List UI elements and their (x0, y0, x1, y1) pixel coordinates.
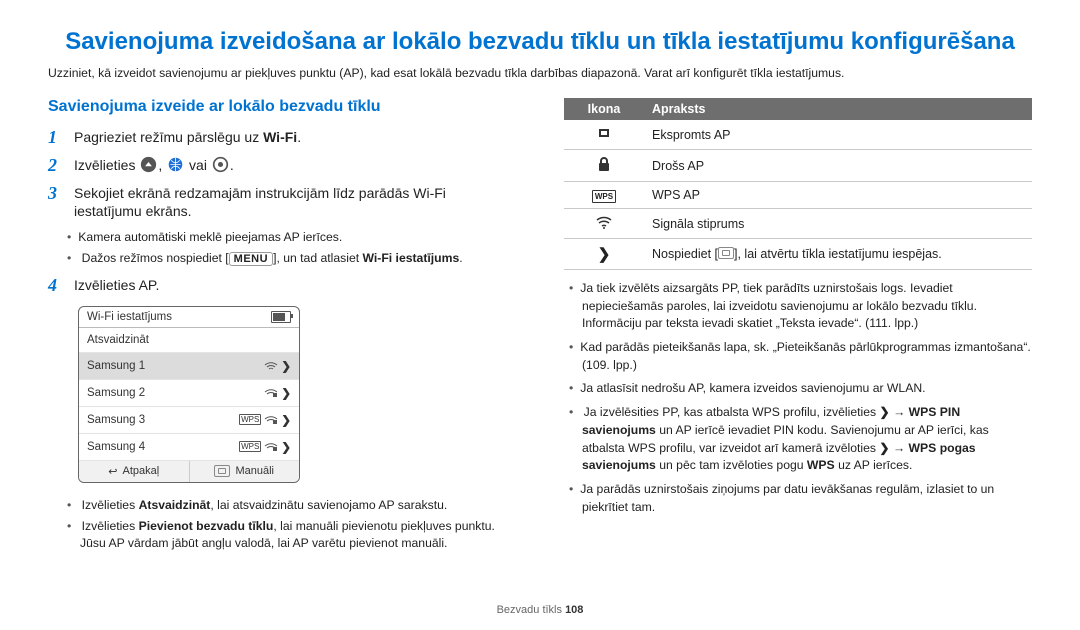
panel-ap-row[interactable]: Samsung 3 WPS ❯ (79, 407, 299, 434)
wps-tag-icon: WPS (239, 441, 261, 452)
panel-manual-button[interactable]: Manuāli (190, 461, 300, 482)
wifi-lock-icon (264, 415, 278, 425)
chevron-right-icon: ❯ (281, 386, 291, 400)
step-2-body: Izvēlieties , vai . (74, 156, 234, 176)
panel-ap-row[interactable]: Samsung 2 ❯ (79, 380, 299, 407)
left-subtitle: Savienojuma izveide ar lokālo bezvadu tī… (48, 98, 516, 116)
cloud-upload-icon (140, 156, 157, 173)
after-panel-bullet-2: Izvēlieties Pievienot bezvadu tīklu, lai… (48, 518, 516, 552)
back-arrow-icon: ↩ (108, 465, 117, 478)
panel-ap-row[interactable]: Samsung 4 WPS ❯ (79, 434, 299, 461)
right-bullet-1: Ja tiek izvēlēts aizsargāts PP, tiek par… (564, 280, 1032, 333)
right-bullet-3: Ja atlasīsit nedrošu AP, kamera izveidos… (564, 380, 1032, 398)
panel-ap-row[interactable]: Samsung 1 ❯ (79, 353, 299, 380)
chevron-right-icon: ❯ (281, 359, 291, 373)
step3-bullet-2: Dažos režīmos nospiediet [MENU], un tad … (48, 250, 516, 267)
panel-back-button[interactable]: ↩Atpakaļ (79, 461, 190, 482)
step-number-4: 4 (48, 276, 64, 296)
chevron-right-icon: ❯ (879, 405, 889, 419)
step-number-3: 3 (48, 184, 64, 222)
right-bullet-2: Kad parādās pieteikšanās lapa, sk. „Piet… (564, 339, 1032, 374)
page-title: Savienojuma izveidošana ar lokālo bezvad… (48, 28, 1032, 56)
table-row: ❯ Nospiediet [], lai atvērtu tīkla iesta… (564, 239, 1032, 270)
panel-title: Wi-Fi iestatījums (87, 311, 172, 323)
lock-icon (597, 156, 611, 172)
wifi-signal-icon (264, 361, 278, 371)
chevron-right-icon: ❯ (879, 441, 889, 455)
wifi-lock-icon (264, 442, 278, 452)
table-row: Drošs AP (564, 150, 1032, 182)
globe-icon (167, 156, 184, 173)
action-key-icon (718, 247, 734, 259)
after-panel-bullet-1: Izvēlieties Atsvaidzināt, lai atsvaidzin… (48, 497, 516, 514)
wifi-settings-panel: Wi-Fi iestatījums Atsvaidzināt Samsung 1… (78, 306, 300, 483)
wps-tag-icon: WPS (592, 190, 616, 203)
table-header-icon: Ikona (564, 98, 644, 120)
right-bullet-5: Ja parādās uznirstošais ziņojums par dat… (564, 481, 1032, 516)
table-row: Ekspromts AP (564, 120, 1032, 150)
table-row: WPS WPS AP (564, 182, 1032, 209)
chevron-right-icon: ❯ (281, 440, 291, 454)
step-3-body: Sekojiet ekrānā redzamajām instrukcijām … (74, 184, 516, 222)
right-bullet-4: Ja izvēlēsities PP, kas atbalsta WPS pro… (564, 404, 1032, 475)
menu-key-icon: MENU (229, 252, 273, 266)
table-row: Signāla stiprums (564, 209, 1032, 239)
battery-icon (271, 311, 291, 323)
step-1-body: Pagrieziet režīmu pārslēgu uz Wi-Fi. (74, 128, 301, 148)
ring-icon (212, 156, 229, 173)
chevron-right-icon: ❯ (281, 413, 291, 427)
wps-tag-icon: WPS (239, 414, 261, 425)
wifi-signal-icon (595, 215, 613, 229)
fn-key-icon (214, 465, 230, 477)
step-number-2: 2 (48, 156, 64, 176)
step-4-body: Izvēlieties AP. (74, 276, 159, 296)
icon-legend-table: Ikona Apraksts Ekspromts AP Drošs AP WPS… (564, 98, 1032, 270)
adhoc-ap-icon (596, 126, 612, 140)
intro-text: Uzziniet, kā izveidot savienojumu ar pie… (48, 66, 1032, 80)
step3-bullet-1: Kamera automātiski meklē pieejamas AP ie… (48, 229, 516, 246)
table-header-desc: Apraksts (644, 98, 1032, 120)
page-footer: Bezvadu tīkls 108 (0, 604, 1080, 616)
wifi-lock-icon (264, 388, 278, 398)
chevron-right-icon: ❯ (598, 246, 611, 263)
panel-refresh-row[interactable]: Atsvaidzināt (79, 328, 299, 353)
step-number-1: 1 (48, 128, 64, 148)
